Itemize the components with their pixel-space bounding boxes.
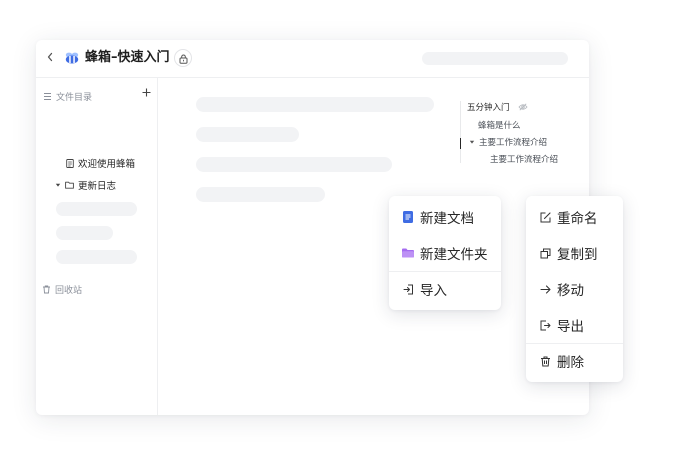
outline-item-label: 五分钟入门 — [467, 103, 510, 113]
document-icon — [66, 158, 74, 168]
eye-off-icon[interactable] — [517, 103, 528, 111]
outline-item[interactable]: 蜂箱是什么 — [478, 119, 521, 131]
menu-item-label: 新建文件夹 — [420, 247, 488, 263]
folder-icon — [402, 247, 414, 259]
outline-item-label: 主要工作流程介绍 — [490, 155, 559, 165]
outline-active-marker — [460, 138, 461, 149]
rename-item[interactable]: 重命名 — [526, 199, 623, 235]
header-placeholder — [422, 52, 568, 65]
menu-item-label: 导出 — [557, 319, 584, 335]
action-menu: 重命名 复制到 移动 导出 删除 — [526, 196, 623, 382]
plus-icon[interactable] — [142, 87, 151, 100]
delete-item[interactable]: 删除 — [526, 343, 623, 379]
copy-to-item[interactable]: 复制到 — [526, 235, 623, 271]
outline-panel: 五分钟入门 蜂箱是什么 主要工作流程介绍 主要工作流程介绍 — [460, 101, 580, 165]
outline-item-label: 蜂箱是什么 — [478, 121, 521, 131]
trash-icon — [539, 355, 551, 367]
tree-item-welcome[interactable]: 欢迎使用蜂箱 — [66, 156, 135, 170]
list-icon — [43, 92, 52, 101]
content-placeholder — [196, 97, 434, 112]
copy-icon — [539, 247, 551, 259]
trash-icon — [42, 285, 51, 294]
chevron-left-icon[interactable] — [44, 51, 56, 65]
directory-header: 文件目录 — [43, 90, 92, 103]
create-menu: 新建文档 新建文件夹 导入 — [389, 196, 501, 310]
menu-item-label: 新建文档 — [420, 211, 474, 227]
tree-item-label: 更新日志 — [78, 181, 117, 192]
directory-label: 文件目录 — [56, 93, 93, 103]
menu-item-label: 移动 — [557, 283, 584, 299]
new-folder-item[interactable]: 新建文件夹 — [389, 235, 501, 271]
tree-placeholder — [56, 226, 113, 240]
lock-button[interactable] — [174, 49, 192, 67]
outline-item[interactable]: 主要工作流程介绍 — [490, 153, 558, 165]
outline-item-label: 主要工作流程介绍 — [479, 138, 548, 148]
arrow-right-icon — [539, 283, 551, 295]
trash-link[interactable]: 回收站 — [42, 283, 82, 296]
tree-placeholder — [56, 202, 137, 216]
menu-item-label: 复制到 — [557, 247, 598, 263]
document-icon — [402, 211, 414, 223]
new-document-item[interactable]: 新建文档 — [389, 199, 501, 235]
outline-item[interactable]: 主要工作流程介绍 — [469, 136, 547, 148]
tree-item-label: 欢迎使用蜂箱 — [78, 159, 136, 170]
move-item[interactable]: 移动 — [526, 271, 623, 307]
bee-logo-icon — [64, 50, 80, 66]
header-bar: 蜂箱–快速入门 — [36, 40, 589, 78]
folder-icon — [65, 181, 74, 189]
sidebar: 文件目录 欢迎使用蜂箱 更新日志 回收站 — [36, 78, 158, 415]
outline-item[interactable]: 五分钟入门 — [467, 101, 528, 113]
menu-item-label: 重命名 — [557, 211, 598, 227]
caret-down-icon[interactable] — [55, 182, 61, 188]
tree-item-changelog[interactable]: 更新日志 — [55, 178, 116, 192]
trash-label: 回收站 — [55, 286, 83, 296]
caret-down-icon[interactable] — [469, 139, 475, 145]
content-placeholder — [196, 157, 392, 172]
tree-placeholder — [56, 250, 137, 264]
export-icon — [539, 319, 551, 331]
content-placeholder — [196, 187, 325, 202]
outline-rail — [460, 101, 461, 163]
import-item[interactable]: 导入 — [389, 271, 501, 307]
document-window: 蜂箱–快速入门 文件目录 欢迎使用蜂箱 更新日志 回收站 — [36, 40, 589, 415]
import-icon — [402, 283, 414, 295]
menu-item-label: 导入 — [420, 283, 447, 299]
edit-icon — [539, 211, 551, 223]
page-title: 蜂箱–快速入门 — [85, 50, 170, 65]
lock-icon — [179, 49, 188, 68]
export-item[interactable]: 导出 — [526, 307, 623, 343]
content-placeholder — [196, 127, 299, 142]
menu-item-label: 删除 — [557, 355, 584, 371]
